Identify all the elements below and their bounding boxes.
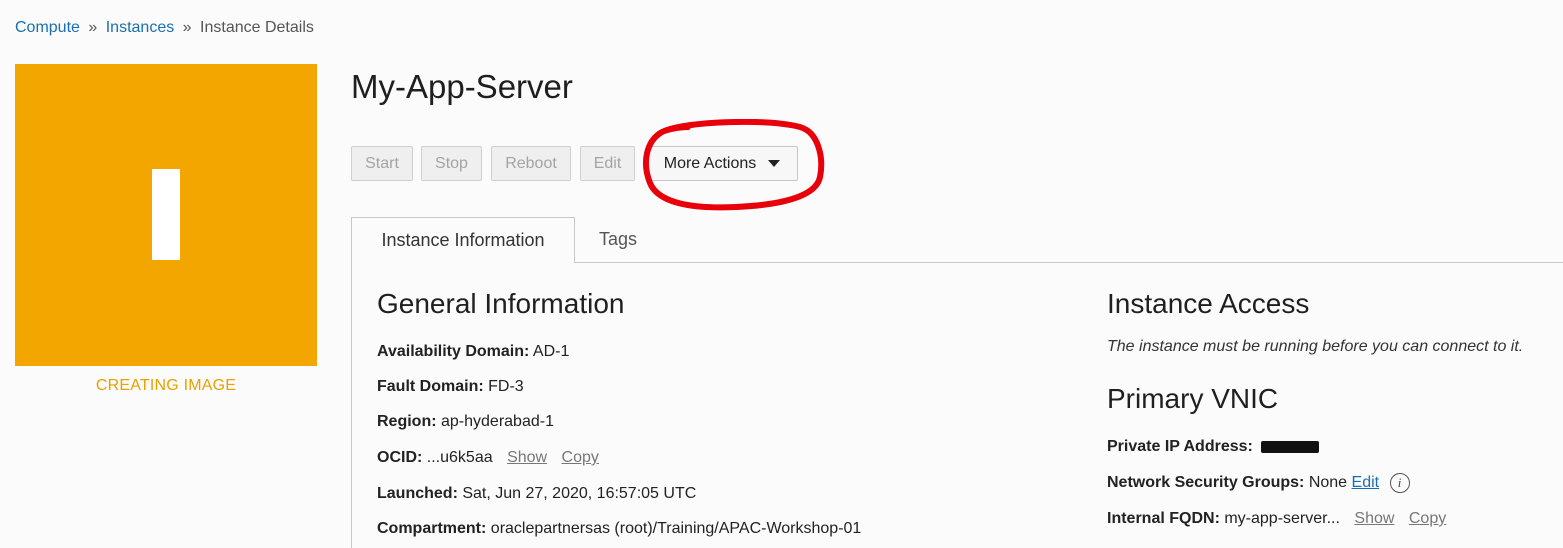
start-button[interactable]: Start xyxy=(351,146,413,181)
internal-fqdn-label: Internal FQDN: xyxy=(1107,510,1220,527)
private-ip-row: Private IP Address: xyxy=(1107,438,1320,456)
page-title: My-App-Server xyxy=(351,68,573,105)
chevron-down-icon xyxy=(768,160,781,167)
availability-domain-row: Availability Domain: AD-1 xyxy=(377,343,569,361)
breadcrumb-current: Instance Details xyxy=(200,19,314,36)
tab-divider xyxy=(575,262,1563,263)
breadcrumb-compute-link[interactable]: Compute xyxy=(15,19,80,36)
breadcrumb-instances-link[interactable]: Instances xyxy=(106,19,174,36)
general-information-heading: General Information xyxy=(377,288,625,319)
more-actions-button[interactable]: More Actions xyxy=(646,146,798,181)
launched-value: Sat, Jun 27, 2020, 16:57:05 UTC xyxy=(462,485,697,502)
fault-domain-row: Fault Domain: FD-3 xyxy=(377,378,524,396)
compartment-value: oraclepartnersas (root)/Training/APAC-Wo… xyxy=(490,520,862,537)
region-label: Region: xyxy=(377,413,437,430)
fault-domain-value: FD-3 xyxy=(488,378,524,395)
tab-tags[interactable]: Tags xyxy=(599,229,637,250)
region-value: ap-hyderabad-1 xyxy=(441,413,554,430)
nsg-label: Network Security Groups: xyxy=(1107,474,1305,492)
ocid-copy-link[interactable]: Copy xyxy=(562,449,599,466)
tab-instance-information[interactable]: Instance Information xyxy=(351,217,575,263)
edit-button[interactable]: Edit xyxy=(580,146,635,181)
breadcrumb-separator: » xyxy=(182,19,192,36)
info-icon[interactable]: i xyxy=(1389,473,1410,493)
instance-icon xyxy=(152,169,180,260)
breadcrumb-separator: » xyxy=(88,19,98,36)
nsg-edit-link[interactable]: Edit xyxy=(1352,474,1380,491)
ocid-value: ...u6k5aa xyxy=(426,449,493,466)
private-ip-label: Private IP Address: xyxy=(1107,438,1253,455)
availability-domain-value: AD-1 xyxy=(532,343,570,360)
redacted-ip-value xyxy=(1261,440,1320,453)
internal-fqdn-value: my-app-server... xyxy=(1224,510,1340,527)
ocid-show-link[interactable]: Show xyxy=(507,449,547,466)
internal-fqdn-row: Internal FQDN: my-app-server... Show Cop… xyxy=(1107,510,1446,528)
breadcrumb: Compute » Instances » Instance Details xyxy=(15,19,314,37)
compartment-label: Compartment: xyxy=(377,520,487,537)
stop-button[interactable]: Stop xyxy=(421,146,482,181)
nsg-value: None xyxy=(1308,474,1348,492)
availability-domain-label: Availability Domain: xyxy=(377,343,530,360)
primary-vnic-heading: Primary VNIC xyxy=(1107,383,1279,414)
panel-border xyxy=(351,263,352,548)
launched-label: Launched: xyxy=(377,485,458,502)
fqdn-copy-link[interactable]: Copy xyxy=(1409,510,1446,527)
ocid-label: OCID: xyxy=(377,449,423,466)
nsg-row: Network Security Groups: None Edit i xyxy=(1107,473,1410,493)
more-actions-label: More Actions xyxy=(663,154,757,172)
ocid-row: OCID: ...u6k5aa Show Copy xyxy=(377,449,599,467)
compartment-row: Compartment: oraclepartnersas (root)/Tra… xyxy=(377,520,861,538)
instance-status-label: CREATING IMAGE xyxy=(95,377,237,394)
fqdn-show-link[interactable]: Show xyxy=(1354,510,1394,527)
instance-access-note: The instance must be running before you … xyxy=(1107,338,1524,355)
launched-row: Launched: Sat, Jun 27, 2020, 16:57:05 UT… xyxy=(377,485,696,503)
region-row: Region: ap-hyderabad-1 xyxy=(377,413,554,431)
reboot-button[interactable]: Reboot xyxy=(491,146,571,181)
instance-access-heading: Instance Access xyxy=(1107,288,1310,319)
instance-status-tile xyxy=(15,64,317,366)
fault-domain-label: Fault Domain: xyxy=(377,378,484,395)
